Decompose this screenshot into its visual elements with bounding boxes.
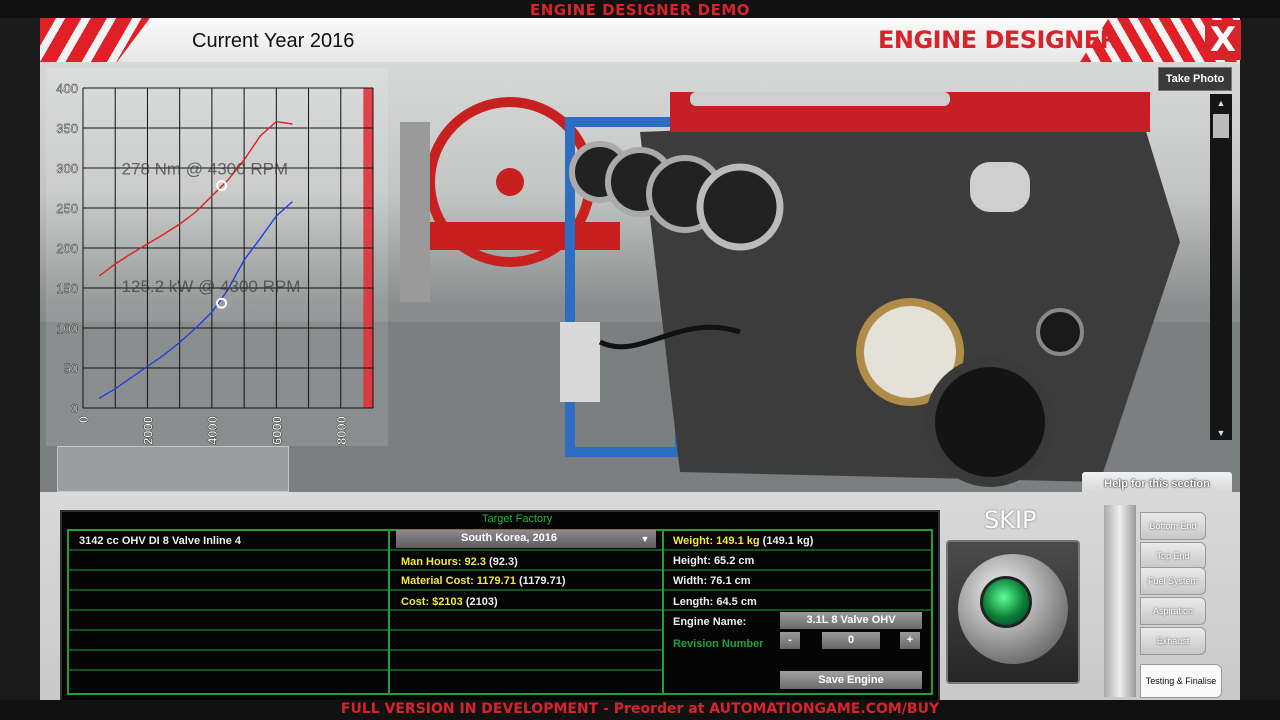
material-cost: Material Cost: 1179.71 (1179.71) <box>401 575 566 587</box>
engine-name-label: Engine Name: <box>673 616 747 628</box>
y-tick-label: 250 <box>56 201 78 216</box>
triangle-down-icon[interactable]: ▼ <box>1210 428 1232 438</box>
revision-minus-button[interactable]: - <box>780 632 800 649</box>
engine-description: 3142 cc OHV DI 8 Valve Inline 4 <box>79 535 242 547</box>
crank-pulley <box>925 357 1055 487</box>
engine-block <box>640 112 1180 482</box>
exhaust-hose <box>400 122 430 302</box>
y-tick-label: 100 <box>56 321 78 336</box>
demo-banner-text: ENGINE DESIGNER DEMO <box>529 1 751 19</box>
height: Height: 65.2 cm <box>673 555 755 567</box>
tab-bottom-end[interactable]: Bottom End <box>1140 512 1206 540</box>
material-cost-value: Material Cost: 1179.71 <box>401 575 516 587</box>
peak-annotation-label: 125.2 kW @ 4300 RPM <box>122 277 301 296</box>
take-photo-button[interactable]: Take Photo <box>1158 67 1232 91</box>
preorder-banner: FULL VERSION IN DEVELOPMENT - Preorder a… <box>0 700 1280 720</box>
cost: Cost: $2103 (2103) <box>401 596 498 608</box>
side-rail <box>1104 505 1136 697</box>
idler-pulley <box>1036 308 1084 356</box>
intake-trumpet-4 <box>696 163 784 251</box>
skip-label: SKIP <box>984 506 1037 534</box>
y-tick-label: 50 <box>64 361 78 376</box>
green-light-icon <box>980 576 1032 628</box>
oil-filter <box>560 322 600 402</box>
power-series-line <box>98 201 293 400</box>
x-tick-label: 6000 <box>269 416 284 445</box>
y-tick-label: 0 <box>71 401 78 416</box>
weight: Weight: 149.1 kg (149.1 kg) <box>673 535 813 547</box>
y-tick-label: 350 <box>56 121 78 136</box>
chart-legend-box <box>57 446 289 492</box>
torque-series-line <box>98 120 293 277</box>
viewport-scrollbar[interactable]: ▲ ▼ <box>1210 94 1232 440</box>
target-factory-value: South Korea, 2016 <box>461 532 557 544</box>
y-tick-label: 200 <box>56 241 78 256</box>
scroll-thumb[interactable] <box>1213 114 1229 138</box>
tab-exhaust[interactable]: Exhaust <box>1140 627 1206 655</box>
peak-annotation-label: 278 Nm @ 4300 RPM <box>122 160 289 179</box>
close-button[interactable]: X <box>1205 20 1241 60</box>
target-factory-dropdown[interactable]: South Korea, 2016 ▼ <box>396 530 656 548</box>
tab-fuel-system[interactable]: Fuel System <box>1140 567 1206 595</box>
y-tick-label: 150 <box>56 281 78 296</box>
revision-label: Revision Number <box>673 638 764 650</box>
y-tick-label: 400 <box>56 81 78 96</box>
tab-testing-finalise[interactable]: Testing & Finalise <box>1140 664 1222 698</box>
man-hours: Man Hours: 92.3 (92.3) <box>401 556 518 568</box>
tab-top-end[interactable]: Top End <box>1140 542 1206 570</box>
demo-banner: ENGINE DESIGNER DEMO <box>0 0 1280 19</box>
red-stand <box>420 222 620 250</box>
cost-base: (2103) <box>465 596 498 608</box>
weight-value: Weight: 149.1 kg <box>673 535 760 547</box>
material-cost-base: (1179.71) <box>519 575 566 587</box>
triangle-up-icon[interactable]: ▲ <box>1210 98 1232 108</box>
cost-value: Cost: $2103 <box>401 596 463 608</box>
app-title: ENGINE DESIGNER <box>878 26 1118 54</box>
y-tick-label: 300 <box>56 161 78 176</box>
man-hours-value: Man Hours: 92.3 <box>401 556 486 568</box>
preorder-banner-text: FULL VERSION IN DEVELOPMENT - Preorder a… <box>340 701 940 717</box>
chevron-down-icon[interactable]: ▼ <box>634 530 656 548</box>
current-year: Current Year 2016 <box>192 30 355 52</box>
target-factory-label: Target Factory <box>482 513 553 525</box>
x-tick-label: 4000 <box>205 416 220 445</box>
x-tick-label: 2000 <box>140 416 155 445</box>
turbo-pipe <box>970 162 1030 212</box>
save-engine-button[interactable]: Save Engine <box>780 671 922 689</box>
x-tick-label: 0 <box>76 416 91 423</box>
red-wheel-hub <box>496 168 524 196</box>
x-tick-label: 8000 <box>334 416 349 445</box>
width: Width: 76.1 cm <box>673 575 751 587</box>
weight-base: (149.1 kg) <box>762 535 814 547</box>
engine-name-field[interactable]: 3.1L 8 Valve OHV <box>780 612 922 629</box>
revision-number-field[interactable]: 0 <box>822 632 880 649</box>
fuel-rail <box>690 92 950 106</box>
dyno-chart: 0501001502002503003504000 2000 4000 6000 800… <box>56 81 374 445</box>
skip-button[interactable] <box>946 540 1080 684</box>
length: Length: 64.5 cm <box>673 596 757 608</box>
revision-plus-button[interactable]: + <box>900 632 920 649</box>
man-hours-base: (92.3) <box>489 556 518 568</box>
tab-aspiration[interactable]: Aspiration <box>1140 597 1206 625</box>
